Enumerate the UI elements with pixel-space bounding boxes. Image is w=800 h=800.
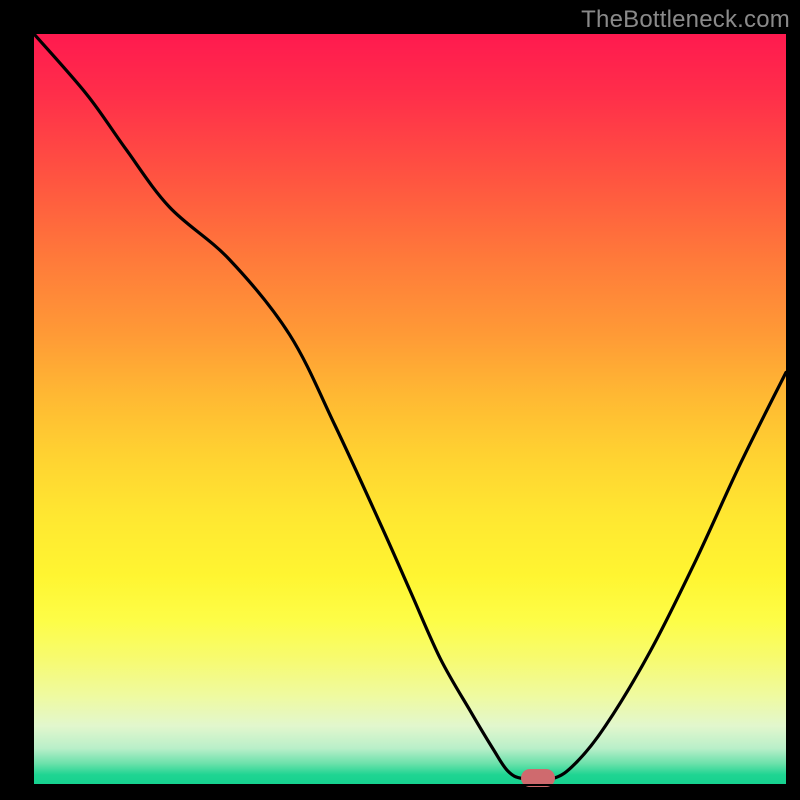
chart-frame: TheBottleneck.com [0, 0, 800, 800]
watermark-text: TheBottleneck.com [581, 6, 790, 34]
x-axis [34, 784, 786, 787]
bottleneck-curve [34, 34, 786, 786]
plot-area [34, 34, 786, 786]
